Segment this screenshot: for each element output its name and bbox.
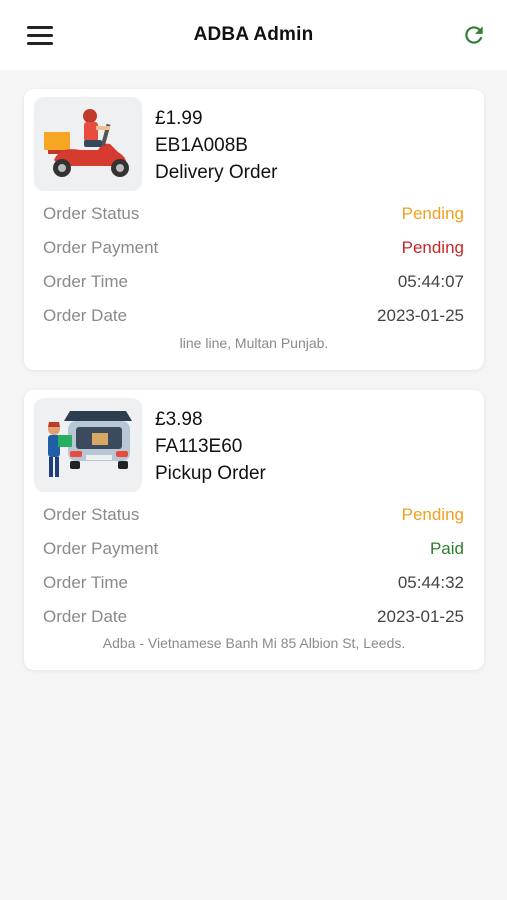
order-time-value: 05:44:32: [397, 573, 464, 592]
order-code: EB1A008B: [155, 135, 248, 156]
order-date-row: Order Date 2023-01-25: [43, 299, 464, 333]
order-price: £1.99: [155, 108, 203, 129]
order-date-label: Order Date: [43, 607, 128, 626]
order-image: [34, 398, 142, 492]
order-payment-value: Paid: [429, 539, 464, 558]
order-address: line line, Multan Punjab.: [179, 335, 329, 351]
app-bar: ADBA Admin: [0, 0, 507, 70]
order-time-value: 05:44:07: [397, 272, 464, 291]
order-header: £1.99 EB1A008B Delivery Order: [155, 105, 277, 186]
order-date-row: Order Date 2023-01-25: [43, 600, 464, 634]
order-payment-label: Order Payment: [43, 539, 159, 558]
order-status-value: Pending: [401, 505, 464, 524]
order-card[interactable]: £3.98 FA113E60 Pickup Order Order Status…: [24, 390, 484, 670]
order-payment-value: Pending: [401, 238, 464, 257]
order-payment-row: Order Payment Paid: [43, 532, 464, 566]
order-time-label: Order Time: [43, 272, 129, 291]
order-time-row: Order Time 05:44:32: [43, 566, 464, 600]
page-title: ADBA Admin: [193, 24, 314, 45]
order-status-label: Order Status: [43, 204, 140, 223]
order-address: Adba - Vietnamese Banh Mi 85 Albion St, …: [102, 635, 406, 651]
order-status-label: Order Status: [43, 505, 140, 524]
order-status-value: Pending: [401, 204, 464, 223]
order-payment-row: Order Payment Pending: [43, 231, 464, 265]
refresh-button[interactable]: [459, 20, 489, 50]
order-price: £3.98: [155, 409, 203, 430]
order-type: Delivery Order: [155, 162, 278, 183]
order-date-label: Order Date: [43, 306, 128, 325]
delivery-scooter-icon: [44, 109, 129, 177]
menu-button[interactable]: [22, 20, 58, 50]
order-date-value: 2023-01-25: [377, 306, 464, 325]
hamburger-line: [27, 33, 53, 37]
order-details: Order Status Pending Order Payment Pendi…: [43, 197, 464, 333]
order-status-row: Order Status Pending: [43, 498, 464, 532]
order-header: £3.98 FA113E60 Pickup Order: [155, 406, 266, 487]
pickup-car-icon: [48, 411, 132, 477]
order-type: Pickup Order: [155, 463, 266, 484]
hamburger-menu-icon: [27, 25, 53, 29]
order-code: FA113E60: [155, 436, 243, 457]
hamburger-line: [27, 41, 53, 45]
refresh-icon: [465, 26, 483, 44]
order-time-label: Order Time: [43, 573, 129, 592]
order-date-value: 2023-01-25: [377, 607, 464, 626]
order-payment-label: Order Payment: [43, 238, 159, 257]
order-time-row: Order Time 05:44:07: [43, 265, 464, 299]
order-status-row: Order Status Pending: [43, 197, 464, 231]
order-image: [34, 97, 142, 191]
order-details: Order Status Pending Order Payment Paid …: [43, 498, 464, 634]
order-card[interactable]: £1.99 EB1A008B Delivery Order Order Stat…: [24, 89, 484, 370]
